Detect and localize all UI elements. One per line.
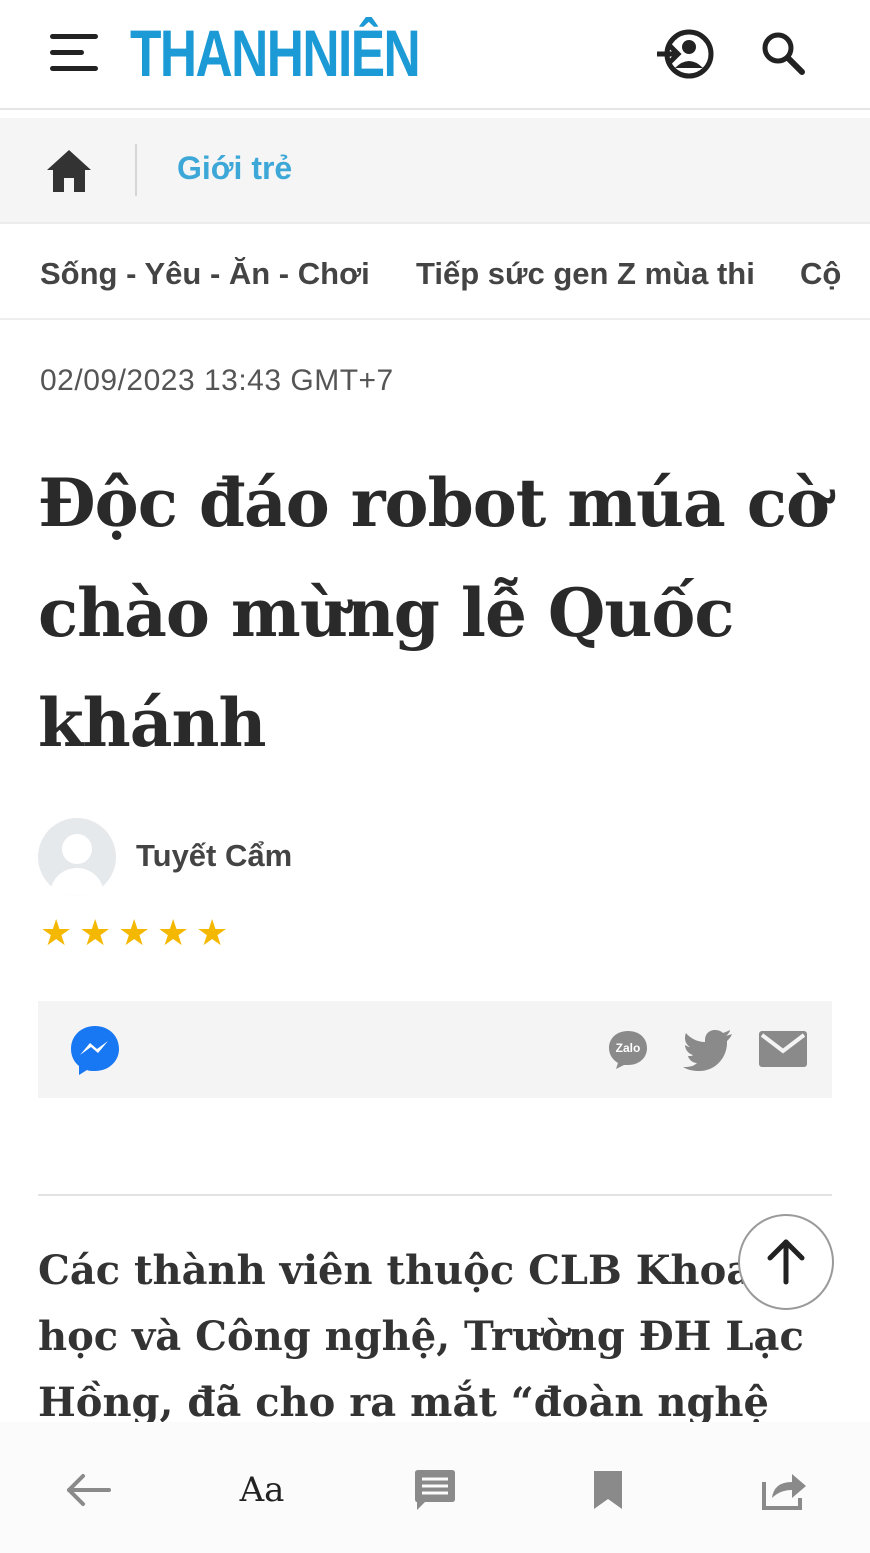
publish-date: 02/09/2023 13:43 GMT+7 xyxy=(40,364,394,397)
star-icon[interactable]: ★ xyxy=(157,914,195,954)
breadcrumb-section-link[interactable]: Giới trẻ xyxy=(177,150,292,187)
subnav-item-song-yeu-an-choi[interactable]: Sống - Yêu - Ăn - Chơi xyxy=(40,256,370,292)
bottom-toolbar: Aa xyxy=(0,1422,870,1553)
user-login-icon[interactable] xyxy=(655,26,717,82)
star-icon[interactable]: ★ xyxy=(40,914,78,954)
messenger-icon[interactable] xyxy=(68,1023,122,1077)
email-icon[interactable] xyxy=(758,1023,812,1077)
content-divider xyxy=(38,1194,832,1196)
site-logo[interactable]: THANHNIÊN xyxy=(130,18,421,88)
subcategory-nav: Sống - Yêu - Ăn - Chơi Tiếp sức gen Z mù… xyxy=(0,226,870,320)
hamburger-menu-icon[interactable] xyxy=(48,30,100,76)
bookmark-icon[interactable] xyxy=(578,1460,638,1520)
star-icon[interactable]: ★ xyxy=(118,914,156,954)
comments-icon[interactable] xyxy=(405,1460,465,1520)
back-to-top-button[interactable] xyxy=(738,1214,834,1310)
subnav-item-tiep-suc-gen-z[interactable]: Tiếp sức gen Z mùa thi xyxy=(416,256,755,292)
arrow-up-icon xyxy=(767,1239,805,1285)
author-name[interactable]: Tuyết Cẩm xyxy=(136,838,292,874)
site-header: THANHNIÊN xyxy=(0,0,870,110)
back-arrow-icon[interactable] xyxy=(58,1460,118,1520)
font-size-button[interactable]: Aa xyxy=(232,1460,292,1520)
breadcrumb-divider xyxy=(135,144,137,196)
zalo-icon[interactable]: Zalo xyxy=(606,1023,660,1077)
subnav-item-truncated[interactable]: Cộ xyxy=(800,256,841,292)
share-icon[interactable] xyxy=(754,1460,814,1520)
rating-stars: ★ ★ ★ ★ ★ xyxy=(40,914,234,954)
article-title: Độc đáo robot múa cờ chào mừng lễ Quốc k… xyxy=(38,464,830,762)
home-icon[interactable] xyxy=(44,146,94,196)
share-bar: Zalo xyxy=(38,1001,832,1098)
search-icon[interactable] xyxy=(758,28,808,78)
star-icon[interactable]: ★ xyxy=(79,914,117,954)
breadcrumb: Giới trẻ xyxy=(0,118,870,224)
star-icon[interactable]: ★ xyxy=(196,914,234,954)
author-avatar[interactable] xyxy=(38,818,116,896)
twitter-icon[interactable] xyxy=(682,1023,736,1077)
zalo-icon-label: Zalo xyxy=(616,1041,641,1055)
